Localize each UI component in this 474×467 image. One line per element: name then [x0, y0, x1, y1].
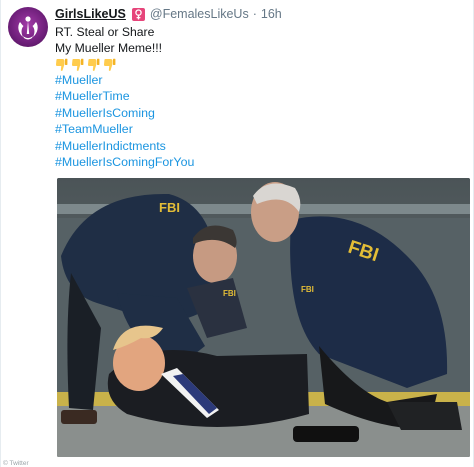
rebel-alliance-icon: [18, 16, 38, 40]
tweet-text-line: RT. Steal or Share: [55, 25, 155, 39]
hashtag-link[interactable]: #MuellerIsComing: [55, 105, 194, 121]
thumbs-down-icon: [71, 59, 84, 72]
jacket-text: FBI: [223, 289, 236, 298]
arrest-photo: FBI FBI FBI FBI: [57, 178, 470, 457]
tweet-text: RT. Steal or Share My Mueller Meme!!!: [55, 24, 162, 73]
jacket-text: FBI: [301, 285, 314, 294]
female-sign-icon: [131, 7, 145, 21]
avatar[interactable]: [8, 7, 48, 47]
emoji-row: [55, 57, 162, 73]
hashtag-link[interactable]: #Mueller: [55, 72, 194, 88]
tweet-media-photo[interactable]: FBI FBI FBI FBI: [57, 178, 470, 457]
thumbs-down-icon: [87, 59, 100, 72]
hashtag-list: #Mueller #MuellerTime #MuellerIsComing #…: [55, 72, 194, 170]
hashtag-link[interactable]: #MuellerIsComingForYou: [55, 154, 194, 170]
tweet-card: GirlsLikeUS @FemalesLikeUs · 16h RT. Ste…: [0, 0, 474, 467]
timestamp[interactable]: 16h: [261, 7, 282, 21]
separator-dot: ·: [252, 7, 257, 21]
tweet-header: GirlsLikeUS @FemalesLikeUs · 16h: [55, 5, 282, 23]
display-name[interactable]: GirlsLikeUS: [55, 7, 126, 21]
hashtag-link[interactable]: #MuellerTime: [55, 88, 194, 104]
user-handle[interactable]: @FemalesLikeUs: [150, 7, 249, 21]
hashtag-link[interactable]: #MuellerIndictments: [55, 138, 194, 154]
thumbs-down-icon: [55, 59, 68, 72]
twitter-watermark: © Twitter: [3, 460, 29, 467]
tweet-text-line: My Mueller Meme!!!: [55, 41, 162, 56]
hashtag-link[interactable]: #TeamMueller: [55, 121, 194, 137]
thumbs-down-icon: [103, 59, 116, 72]
jacket-text: FBI: [159, 200, 180, 215]
